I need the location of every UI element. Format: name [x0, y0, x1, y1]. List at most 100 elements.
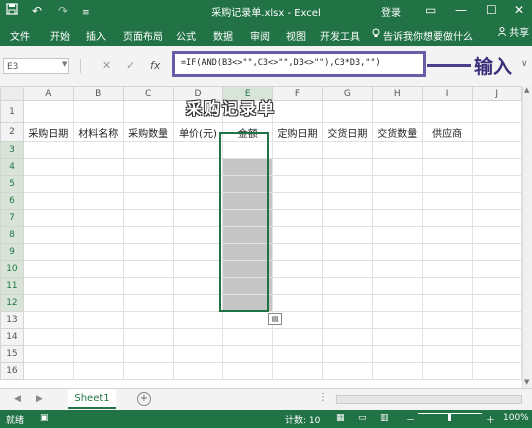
cell[interactable]	[421, 277, 473, 295]
cell[interactable]	[172, 175, 224, 193]
cell[interactable]	[172, 294, 224, 312]
cell[interactable]	[371, 226, 423, 244]
cell[interactable]	[22, 260, 74, 278]
cell[interactable]	[122, 311, 174, 329]
row-header[interactable]: 7	[0, 209, 24, 227]
cell[interactable]	[272, 294, 323, 312]
column-header-b[interactable]: B	[72, 86, 124, 101]
cell[interactable]	[371, 345, 423, 363]
cell[interactable]	[272, 328, 323, 346]
cell[interactable]	[22, 362, 74, 380]
cell[interactable]	[72, 226, 124, 244]
cell[interactable]	[471, 100, 522, 123]
cell[interactable]	[471, 122, 522, 142]
cell[interactable]	[471, 192, 522, 210]
cell[interactable]	[421, 141, 473, 159]
cancel-icon[interactable]: ✕	[102, 59, 111, 72]
cell[interactable]	[421, 260, 473, 278]
row-header[interactable]: 2	[0, 122, 24, 142]
row-header[interactable]: 15	[0, 345, 24, 363]
vertical-scrollbar[interactable]: ▲ ▼	[522, 86, 532, 388]
tab-formulas[interactable]: 公式	[176, 28, 196, 43]
cell[interactable]	[371, 294, 423, 312]
sheet-tab-sheet1[interactable]: Sheet1	[68, 389, 116, 409]
header-cell-purchase-date[interactable]: 采购日期	[22, 122, 74, 142]
formula-input[interactable]: =IF(AND(B3<>"",C3<>"",D3<>""),C3*D3,"")	[172, 51, 426, 77]
cell[interactable]	[371, 100, 423, 123]
row-header[interactable]: 5	[0, 175, 24, 193]
quick-analysis-icon[interactable]: ▤	[268, 313, 282, 325]
cell[interactable]	[22, 226, 74, 244]
row-header[interactable]: 8	[0, 226, 24, 244]
tab-data[interactable]: 数据	[213, 28, 233, 43]
cell[interactable]	[321, 311, 373, 329]
cell[interactable]	[371, 158, 423, 176]
cell[interactable]	[321, 243, 373, 261]
cell[interactable]	[471, 243, 522, 261]
cell[interactable]	[22, 175, 74, 193]
cell[interactable]	[72, 311, 124, 329]
cell[interactable]	[122, 362, 174, 380]
cell[interactable]	[72, 345, 124, 363]
cell[interactable]	[22, 243, 74, 261]
cell[interactable]	[22, 158, 74, 176]
page-break-view-icon[interactable]: ▥	[380, 413, 389, 423]
row-header[interactable]: 14	[0, 328, 24, 346]
next-sheet-icon[interactable]: ▶	[36, 394, 43, 404]
column-header-h[interactable]: H	[371, 86, 423, 101]
macro-record-icon[interactable]: ▣	[40, 413, 49, 423]
lightbulb-icon[interactable]	[372, 28, 380, 41]
cell[interactable]	[371, 192, 423, 210]
tab-view[interactable]: 视图	[286, 28, 306, 43]
cell[interactable]	[172, 260, 224, 278]
cell[interactable]	[321, 100, 373, 123]
cell[interactable]	[172, 345, 224, 363]
cell[interactable]	[272, 277, 323, 295]
cell[interactable]	[371, 175, 423, 193]
cell[interactable]	[471, 209, 522, 227]
column-header-g[interactable]: G	[321, 86, 373, 101]
cell[interactable]	[371, 209, 423, 227]
cell[interactable]	[471, 175, 522, 193]
cell[interactable]	[172, 141, 224, 159]
row-header[interactable]: 10	[0, 260, 24, 278]
cell[interactable]	[421, 100, 473, 123]
cell[interactable]	[321, 277, 373, 295]
cell[interactable]	[122, 226, 174, 244]
tab-page-layout[interactable]: 页面布局	[123, 28, 163, 43]
cell[interactable]	[122, 100, 174, 123]
header-cell-purchase-qty[interactable]: 采购数量	[122, 122, 174, 142]
cell[interactable]	[321, 345, 373, 363]
tab-split-handle[interactable]: ⋮	[318, 392, 328, 403]
cell[interactable]	[371, 277, 423, 295]
cell[interactable]	[72, 158, 124, 176]
cell[interactable]	[172, 243, 224, 261]
row-header[interactable]: 9	[0, 243, 24, 261]
header-cell-material-name[interactable]: 材料名称	[72, 122, 124, 142]
cell[interactable]	[371, 311, 423, 329]
cell[interactable]	[22, 328, 74, 346]
cell[interactable]	[272, 345, 323, 363]
cell[interactable]	[321, 226, 373, 244]
share-button[interactable]: 共享	[497, 25, 530, 42]
cell[interactable]	[172, 158, 224, 176]
cell[interactable]	[421, 175, 473, 193]
cell[interactable]	[421, 192, 473, 210]
row-header[interactable]: 1	[0, 100, 24, 123]
cell[interactable]	[471, 277, 522, 295]
select-all-corner[interactable]	[0, 86, 24, 101]
cell[interactable]	[321, 141, 373, 159]
cell[interactable]	[72, 294, 124, 312]
tab-home[interactable]: 开始	[50, 28, 70, 43]
cell[interactable]	[421, 311, 473, 329]
cell[interactable]	[272, 158, 323, 176]
cell[interactable]	[371, 141, 423, 159]
cell[interactable]	[272, 362, 323, 380]
cell[interactable]	[272, 260, 323, 278]
cell[interactable]	[272, 226, 323, 244]
cell[interactable]	[22, 294, 74, 312]
cell[interactable]	[172, 192, 224, 210]
page-layout-view-icon[interactable]: ▭	[358, 413, 367, 423]
cell[interactable]	[22, 192, 74, 210]
cell[interactable]	[122, 141, 174, 159]
